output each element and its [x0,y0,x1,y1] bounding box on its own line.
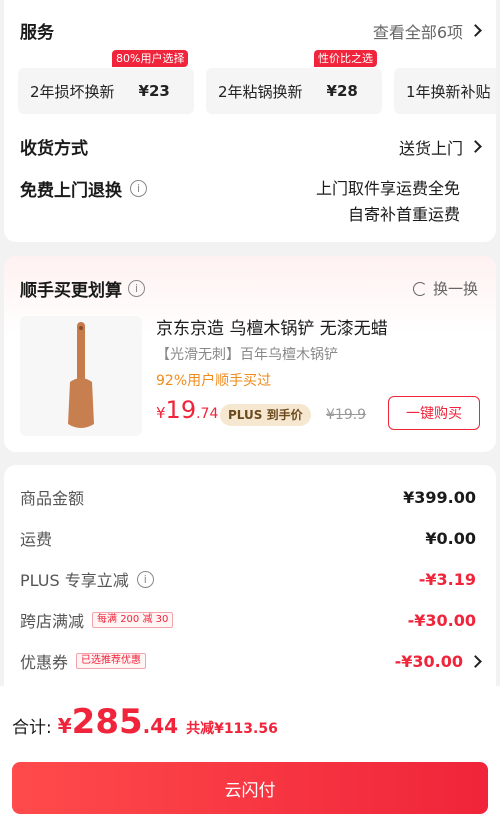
price-label: 商品金额 [20,489,85,508]
price-value: -¥30.00 [407,610,476,630]
price-decimal: .74 [196,406,219,422]
coupon-tag: 已选推荐优惠 [76,653,147,669]
product-title[interactable]: 京东京造 乌檀木锅铲 无漆无蜡 [156,314,388,339]
price-row-cross-store: 跨店满减 每满 200 减 30 -¥30.00 [20,608,476,632]
plus-price-badge: PLUS 到手价 [220,404,311,426]
price-summary-card: 商品金额 ¥399.00 运费 ¥0.00 PLUS 专享立减 i -¥3.19… [4,465,496,695]
bundle-header: 顺手买更划算 i [20,276,145,301]
price-row-plus: PLUS 专享立减 i -¥3.19 [20,567,476,591]
option-name: 1年换新补贴 [406,82,491,101]
product-image[interactable] [20,316,142,436]
return-row: 免费上门退换 i 上门取件享运费全免 自寄补首重运费 [20,176,480,228]
chevron-right-icon [469,140,482,153]
option-price: ¥23 [138,82,170,100]
info-icon[interactable]: i [128,280,145,297]
total-saved: 共减¥113.56 [186,721,278,737]
one-click-buy-button[interactable]: 一键购买 [388,396,480,430]
service-option-3[interactable]: 1年换新补贴 [394,68,496,114]
service-title: 服务 [20,23,54,43]
price-row-goods: 商品金额 ¥399.00 [20,485,476,509]
chevron-right-icon [469,24,482,37]
spatula-icon [68,322,94,428]
pay-button[interactable]: 云闪付 [12,762,488,814]
bundle-card: 顺手买更划算 i 换一换 京东京造 乌檀木锅铲 无漆无蜡 【光滑无刺】百年乌檀木… [4,256,496,452]
price-value: ¥0.00 [425,528,476,548]
service-option-1[interactable]: 2年损坏换新 ¥23 [18,68,194,114]
total-amount: 合计: ¥ 285 .44 共减¥113.56 [12,702,278,742]
return-value-line2: 自寄补首重运费 [347,205,460,224]
delivery-row[interactable]: 收货方式 送货上门 [20,134,482,159]
total-integer: 285 [71,702,143,742]
option-badge-1: 80%用户选择 [112,50,189,67]
price-currency: ¥ [156,404,166,422]
price-value: -¥3.19 [418,569,476,589]
price-label: 运费 [20,530,53,549]
price-row-shipping: 运费 ¥0.00 [20,526,476,550]
original-price: ¥19.9 [326,407,367,423]
delivery-label: 收货方式 [20,139,88,159]
return-label: 免费上门退换 [20,181,122,201]
price-value: -¥30.00 [394,651,463,671]
view-all-services[interactable]: 查看全部6项 [372,19,482,43]
option-name: 2年粘锅换新 [218,82,303,101]
delivery-value: 送货上门 [398,138,463,158]
info-icon[interactable]: i [130,180,147,197]
return-value-line1: 上门取件享运费全免 [315,179,460,198]
product-stat: 92%用户顺手买过 [156,373,272,389]
total-decimal: .44 [142,714,179,738]
service-options: 2年损坏换新 ¥23 2年粘锅换新 ¥28 1年换新补贴 [18,68,496,114]
option-price: ¥28 [326,82,358,100]
price-value: ¥399.00 [403,487,476,507]
service-card: 服务 查看全部6项 80%用户选择 性价比之选 2年损坏换新 ¥23 2年粘锅换… [4,0,496,242]
promo-tag: 每满 200 减 30 [92,612,174,628]
price-label: PLUS 专享立减 [20,571,129,590]
total-label: 合计: [12,718,52,738]
refresh-button[interactable]: 换一换 [412,278,478,299]
product-subtitle: 【光滑无刺】百年乌檀木锅铲 [156,347,338,363]
price-row-coupon[interactable]: 优惠券 已选推荐优惠 -¥30.00 [20,649,482,673]
info-icon[interactable]: i [136,570,154,588]
refresh-icon [412,281,427,296]
bundle-title: 顺手买更划算 [20,281,122,301]
price-integer: 19 [165,396,197,424]
view-all-label: 查看全部6项 [372,22,463,42]
service-header: 服务 查看全部6项 [20,18,482,43]
option-badge-2: 性价比之选 [314,50,377,67]
option-name: 2年损坏换新 [30,82,115,101]
total-currency: ¥ [57,714,72,738]
price-label: 跨店满减 [20,612,85,631]
refresh-label: 换一换 [432,280,478,298]
price-label: 优惠券 [20,653,69,672]
service-option-2[interactable]: 2年粘锅换新 ¥28 [206,68,382,114]
chevron-right-icon [469,654,482,668]
product-price: ¥ 19 .74 [156,396,218,424]
